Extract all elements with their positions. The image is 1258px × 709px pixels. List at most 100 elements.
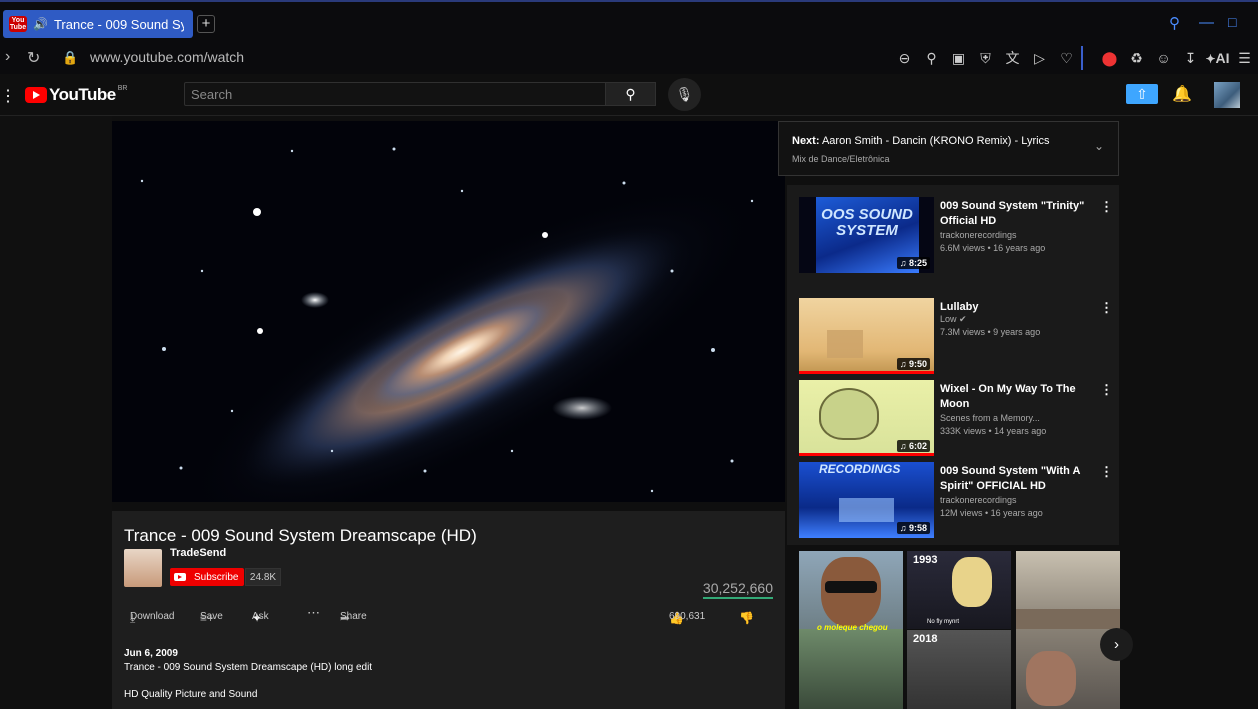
browser-tab-active[interactable]: You Tube 🔊 Trance - 009 Sound Sy <box>3 10 193 38</box>
duration-badge: ♫ 9:50 <box>896 358 930 370</box>
reload-icon[interactable]: ↻ <box>27 48 40 68</box>
account-avatar[interactable] <box>1214 82 1240 108</box>
upload-button[interactable]: ⇧ <box>1126 84 1158 104</box>
voice-search-button[interactable]: 🎙 <box>668 78 701 111</box>
recommendation-item[interactable]: ♫ 9:50 Lullaby Low ✔ 7.3M views • 9 year… <box>799 298 1119 374</box>
download-icon[interactable]: ↧ <box>1177 47 1204 70</box>
maximize-icon[interactable]: □ <box>1228 14 1236 30</box>
notifications-bell-icon[interactable]: 🔔 <box>1172 84 1192 104</box>
speaker-icon[interactable]: 🔊 <box>33 17 48 31</box>
extension-red-icon[interactable]: ⬤ <box>1096 47 1123 70</box>
share-label: Share <box>340 611 367 622</box>
search-tabs-icon[interactable]: ⚲ <box>1169 14 1180 32</box>
more-vert-icon[interactable]: ⋮ <box>1100 382 1113 398</box>
recommendation-meta: 7.3M views • 9 years ago <box>940 327 1041 337</box>
pin-icon[interactable]: ⚲ <box>918 47 945 70</box>
short-caption-top: 1993 <box>913 554 938 566</box>
url-field[interactable]: www.youtube.com/watch <box>90 49 244 65</box>
video-actions: ⤓ Download ≡+ Save ✦ Ask ⋯ ➦ Share 👍 690,631 … <box>124 605 774 625</box>
youtube-header: ⋮ YouTube BR Search ⚲ 🎙 ⇧ 🔔 <box>0 74 1258 116</box>
video-thumbnail[interactable]: RECORDINGS ♫ 9:58 <box>799 462 934 538</box>
recommendation-channel[interactable]: trackonerecordings <box>940 495 1017 505</box>
youtube-logo[interactable]: YouTube BR <box>25 85 127 105</box>
video-thumbnail[interactable]: ♫ 6:02 <box>799 380 934 456</box>
recommendation-title[interactable]: 009 Sound System "With A Spirit" OFFICIA… <box>940 464 1090 494</box>
video-info-panel: Trance - 009 Sound System Dreamscape (HD… <box>112 511 785 709</box>
ai-label: AI <box>1215 50 1230 66</box>
search-button[interactable]: ⚲ <box>605 82 656 106</box>
recommendation-channel[interactable]: Low ✔ <box>940 314 967 325</box>
duration-badge: ♫ 6:02 <box>896 440 930 452</box>
shorts-shelf: o moleque chegou 1993 No fly mynrt 2018 <box>799 551 1120 709</box>
subscribe-label: Subscribe <box>194 571 239 583</box>
subscribe-button[interactable]: Subscribe <box>170 568 244 586</box>
video-thumbnail[interactable]: ♫ 9:50 <box>799 298 934 374</box>
recommendation-item[interactable]: RECORDINGS ♫ 9:58 009 Sound System "With… <box>799 462 1119 538</box>
zoom-out-icon[interactable]: ⊖ <box>891 47 918 70</box>
recommendations-list: OOS SOUND SYSTEM ♫ 8:25 009 Sound System… <box>787 185 1119 545</box>
recommendation-meta: 12M views • 16 years ago <box>940 508 1043 518</box>
forward-icon[interactable]: › <box>5 48 10 66</box>
more-vert-icon[interactable]: ⋮ <box>1100 300 1113 316</box>
up-next-panel[interactable]: Next: Aaron Smith - Dancin (KRONO Remix)… <box>778 121 1119 176</box>
subscriber-count: 24.8K <box>245 568 281 586</box>
up-next-line: Next: Aaron Smith - Dancin (KRONO Remix)… <box>792 135 1050 147</box>
puzzle-icon[interactable]: ♻ <box>1123 47 1150 70</box>
thumbnail-text: RECORDINGS <box>819 462 901 476</box>
guide-menu-icon[interactable]: ⋮ <box>0 86 16 106</box>
duration: 9:58 <box>908 523 927 533</box>
video-player[interactable] <box>112 121 785 502</box>
ask-label: Ask <box>252 611 269 622</box>
ai-button[interactable]: ✦AI <box>1204 47 1231 70</box>
recommendation-title[interactable]: 009 Sound System "Trinity" Official HD <box>940 199 1090 229</box>
duration: 6:02 <box>908 441 927 451</box>
recommendation-meta: 6.6M views • 16 years ago <box>940 243 1046 253</box>
new-tab-button[interactable]: + <box>197 15 215 33</box>
chevron-down-icon[interactable]: ⌄ <box>1094 139 1104 153</box>
recommendation-title[interactable]: Lullaby <box>940 300 1090 315</box>
description-line-1: Trance - 009 Sound System Dreamscape (HD… <box>124 662 373 673</box>
left-gutter <box>0 116 112 709</box>
minimize-icon[interactable]: — <box>1199 14 1214 31</box>
recommendation-title[interactable]: Wixel - On My Way To The Moon <box>940 382 1090 412</box>
shield-icon[interactable]: ⛨ <box>972 47 999 70</box>
youtube-play-icon <box>25 87 47 103</box>
short-thumbnail[interactable]: o moleque chegou <box>799 551 903 709</box>
watch-progress-bar <box>799 371 934 374</box>
more-vert-icon[interactable]: ⋮ <box>1100 464 1113 480</box>
menu-icon[interactable]: ☰ <box>1231 47 1258 70</box>
chevron-right-icon: › <box>1114 636 1119 653</box>
logo-text: YouTube <box>49 85 116 104</box>
recommendation-item[interactable]: ♫ 6:02 Wixel - On My Way To The Moon Sce… <box>799 380 1119 456</box>
channel-name[interactable]: TradeSend <box>170 547 226 559</box>
description-line-2: HD Quality Picture and Sound <box>124 689 258 700</box>
duration-badge: ♫ 8:25 <box>896 257 930 269</box>
like-count: 690,631 <box>669 611 706 622</box>
shorts-next-button[interactable]: › <box>1100 628 1133 661</box>
recommendation-item[interactable]: OOS SOUND SYSTEM ♫ 8:25 009 Sound System… <box>799 197 1119 273</box>
short-thumbnail[interactable]: 1993 No fly mynrt 2018 <box>907 551 1011 709</box>
recommendation-channel[interactable]: Scenes from a Memory... <box>940 413 1040 423</box>
lock-icon[interactable]: 🔒 <box>62 50 78 66</box>
send-icon[interactable]: ▷ <box>1026 47 1053 70</box>
address-bar: › ↻ 🔒 www.youtube.com/watch ⊖ ⚲ ▣ ⛨ 文 ▷ … <box>0 44 1258 74</box>
translate-icon[interactable]: 文 <box>999 47 1026 70</box>
video-thumbnail[interactable]: OOS SOUND SYSTEM ♫ 8:25 <box>799 197 934 273</box>
short-caption-bottom: 2018 <box>913 633 938 645</box>
channel-avatar[interactable] <box>124 549 162 587</box>
profile-icon[interactable]: ☺ <box>1150 47 1177 70</box>
country-code: BR <box>117 84 128 92</box>
search-input[interactable]: Search <box>184 82 606 106</box>
heart-icon[interactable]: ♡ <box>1053 47 1080 70</box>
search-icon: ⚲ <box>625 86 636 102</box>
view-count: 30,252,660 <box>702 580 773 599</box>
more-vert-icon[interactable]: ⋮ <box>1100 199 1113 215</box>
recommendation-channel[interactable]: trackonerecordings <box>940 230 1017 240</box>
more-actions-button[interactable]: ⋯ <box>307 605 320 621</box>
short-caption: o moleque chegou <box>817 623 888 632</box>
up-next-title: Aaron Smith - Dancin (KRONO Remix) - Lyr… <box>821 135 1050 147</box>
screenshot-icon[interactable]: ▣ <box>945 47 972 70</box>
short-thumbnail[interactable] <box>1016 551 1120 709</box>
verified-icon: ✔ <box>959 314 967 324</box>
recommendation-meta: 333K views • 14 years ago <box>940 426 1047 436</box>
